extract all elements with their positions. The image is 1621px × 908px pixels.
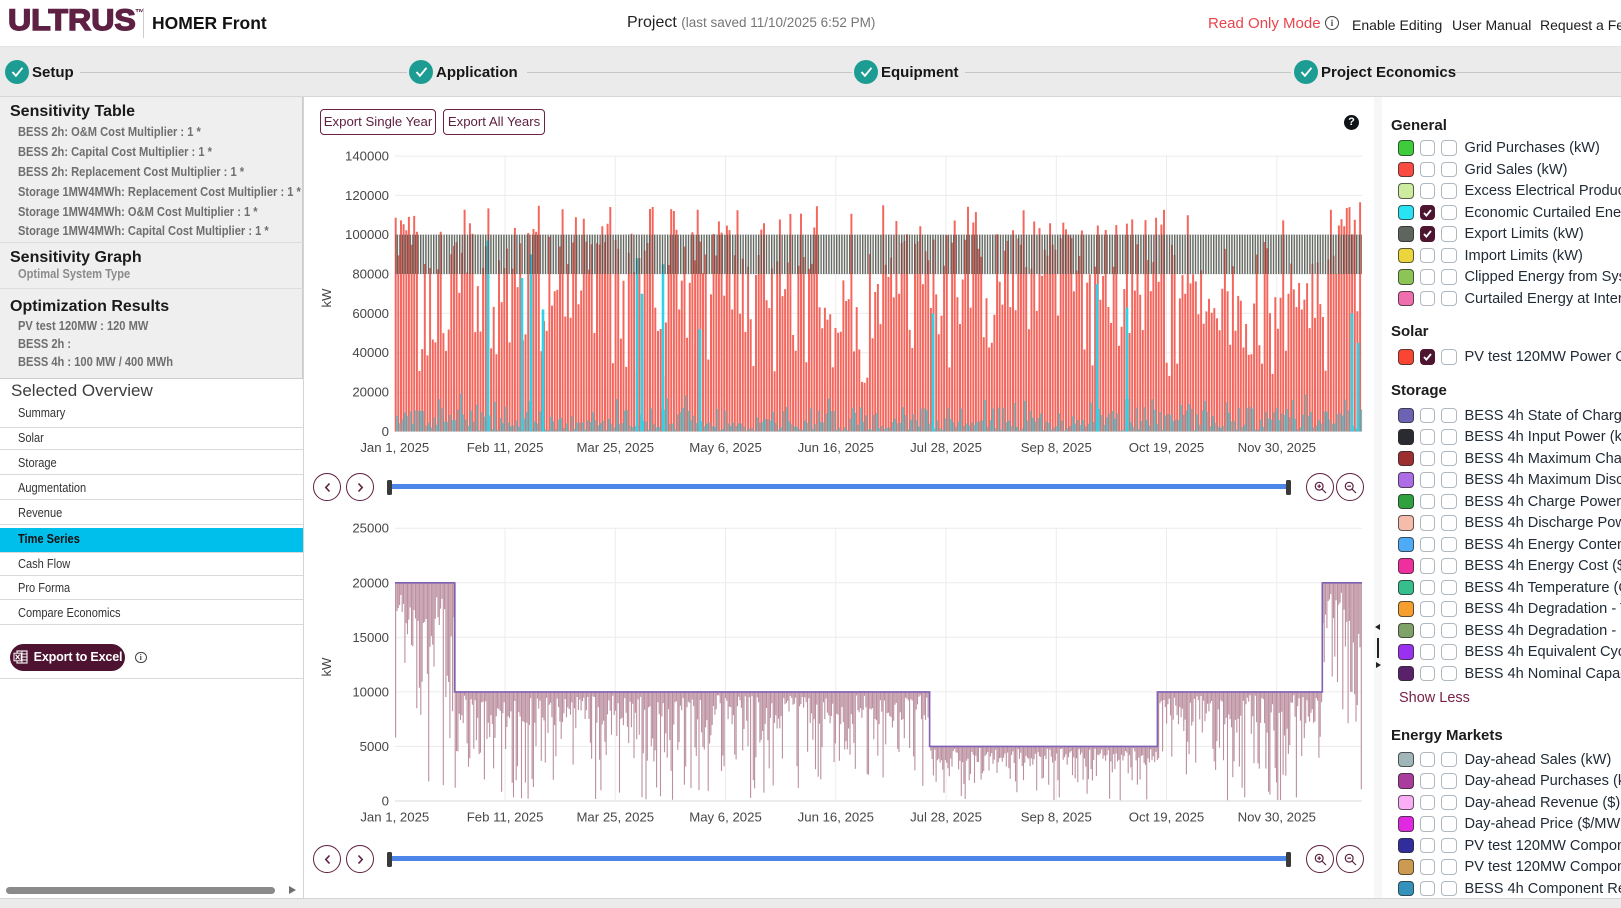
svg-text:Jul 28, 2025: Jul 28, 2025 — [910, 810, 982, 825]
svg-text:Mar 25, 2025: Mar 25, 2025 — [576, 810, 654, 825]
svg-text:5000: 5000 — [360, 739, 389, 754]
svg-text:Mar 25, 2025: Mar 25, 2025 — [576, 440, 654, 455]
svg-text:kW: kW — [319, 657, 334, 677]
svg-text:0: 0 — [382, 794, 389, 809]
svg-text:kW: kW — [319, 288, 334, 308]
svg-text:Jan 1, 2025: Jan 1, 2025 — [360, 810, 429, 825]
svg-text:Sep 8, 2025: Sep 8, 2025 — [1021, 810, 1092, 825]
svg-text:40000: 40000 — [352, 345, 389, 360]
svg-text:Feb 11, 2025: Feb 11, 2025 — [467, 440, 544, 455]
svg-text:Nov 30, 2025: Nov 30, 2025 — [1238, 440, 1316, 455]
svg-text:100000: 100000 — [345, 227, 389, 242]
svg-text:20000: 20000 — [352, 575, 389, 590]
svg-text:80000: 80000 — [352, 267, 389, 282]
svg-text:15000: 15000 — [352, 630, 389, 645]
svg-text:Jan 1, 2025: Jan 1, 2025 — [360, 440, 429, 455]
svg-text:Jun 16, 2025: Jun 16, 2025 — [798, 440, 874, 455]
svg-text:Feb 11, 2025: Feb 11, 2025 — [467, 810, 544, 825]
svg-text:10000: 10000 — [352, 684, 389, 699]
svg-text:0: 0 — [382, 424, 389, 439]
svg-text:May 6, 2025: May 6, 2025 — [689, 440, 762, 455]
svg-text:Nov 30, 2025: Nov 30, 2025 — [1238, 810, 1316, 825]
svg-text:Jul 28, 2025: Jul 28, 2025 — [910, 440, 982, 455]
svg-text:20000: 20000 — [352, 385, 389, 400]
svg-text:60000: 60000 — [352, 306, 389, 321]
svg-text:140000: 140000 — [345, 149, 389, 164]
svg-text:Oct 19, 2025: Oct 19, 2025 — [1129, 440, 1205, 455]
svg-text:Oct 19, 2025: Oct 19, 2025 — [1129, 810, 1205, 825]
svg-text:Jun 16, 2025: Jun 16, 2025 — [798, 810, 874, 825]
svg-text:May 6, 2025: May 6, 2025 — [689, 810, 762, 825]
svg-text:Sep 8, 2025: Sep 8, 2025 — [1021, 440, 1092, 455]
svg-text:25000: 25000 — [352, 521, 389, 536]
svg-text:120000: 120000 — [345, 188, 389, 203]
